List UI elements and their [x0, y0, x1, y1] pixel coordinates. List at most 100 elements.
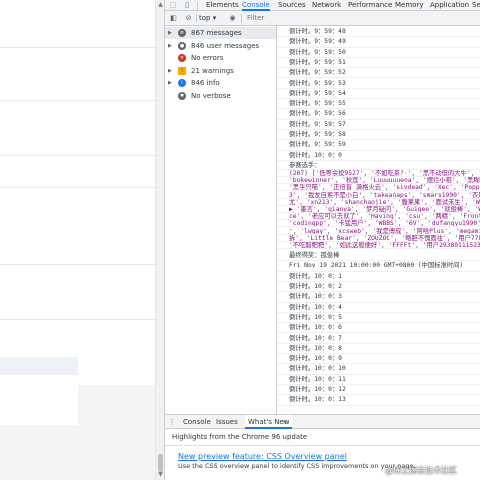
log-row: Fri Nov 19 2021 10:00:00 GMT+0800 (中国标准时… — [277, 261, 480, 272]
clear-console-icon[interactable]: ⊘ — [183, 13, 194, 24]
info-icon: i — [178, 79, 186, 87]
sidebar-item-label: No errors — [191, 54, 224, 62]
web-page — [0, 0, 155, 480]
sidebar-item[interactable]: ✕ No errors — [165, 52, 276, 64]
expand-arrow-icon[interactable]: ▶ — [168, 65, 174, 77]
toolbar-separator — [241, 14, 242, 23]
log-row: 倒计时。9：59：48 — [277, 27, 480, 38]
device-toolbar-icon[interactable]: ▯ — [181, 0, 193, 11]
page-footer-area — [78, 385, 155, 425]
drawer-tab-console[interactable]: Console — [183, 415, 211, 429]
log-row: 倒计时。10：0：8 — [277, 344, 480, 355]
page-divider — [0, 187, 155, 188]
page-divider — [0, 264, 155, 265]
drawer-divider — [165, 445, 480, 446]
expand-arrow-icon[interactable]: ▶ — [168, 27, 174, 39]
filter-input[interactable] — [245, 12, 480, 24]
list-icon: ≡ — [178, 29, 186, 37]
drawer-tabbar: ⋮ Console Issues What's New × — [165, 415, 480, 429]
user-icon: ● — [178, 41, 186, 50]
page-scrollbar[interactable]: ▲ ▼ — [155, 0, 164, 480]
sidebar-item[interactable]: ✱ No verbose — [165, 90, 276, 102]
tab-memory[interactable]: Memory — [395, 0, 423, 11]
log-row: 倒计时。10：0：4 — [277, 303, 480, 313]
sidebar-item[interactable]: ▶ ≡ 867 messages — [165, 27, 276, 39]
sidebar-item[interactable]: ▶! 21 warnings — [165, 65, 276, 77]
sidebar-item[interactable]: ▶ ● 846 user messages — [165, 40, 276, 52]
array-output-line: '黑乎只喵', '正倍盲 满格火云', 'sivdead', 'Xec', 'P… — [277, 184, 480, 192]
log-row: 倒计时。9：59：51 — [277, 58, 480, 69]
log-row: 倒计时。9：59：49 — [277, 37, 480, 48]
array-output-line: 'bokewinner', '秋莲', 'Luuuuuuena', '摆烂小祖'… — [277, 177, 480, 185]
tab-console[interactable]: Console — [242, 0, 270, 11]
log-row: 倒计时。10：0：6 — [277, 323, 480, 334]
log-row: 倒计时。10：0：12 — [277, 385, 480, 396]
array-output-line: ce', '老应可以去就了', 'Having', 'csu', '两精', '… — [277, 213, 480, 221]
page-divider — [0, 47, 155, 48]
console-log: 倒计时。9：59：48 倒计时。9：59：49 倒计时。9：59：50 倒计时。9：5… — [277, 26, 480, 414]
page-divider — [0, 155, 155, 156]
tab-sources[interactable]: Sources — [278, 0, 306, 11]
scrollbar-thumb[interactable] — [158, 454, 163, 472]
expand-arrow-icon[interactable]: ▶ — [168, 77, 174, 89]
log-row: 倒计时。10：0：13 — [277, 395, 480, 406]
log-row: 倒计时。10：0：9 — [277, 354, 480, 365]
close-tab-icon[interactable]: × — [282, 415, 288, 429]
array-output-line: 'codingpp', '卡猛用户', 'WBBS', '6V', 'dufan… — [277, 220, 480, 228]
devtools-panel: ⬚ ▯ Elements Console Sources Network Per… — [164, 0, 480, 480]
tab-network[interactable]: Network — [312, 0, 341, 11]
sidebar-item[interactable]: ▶ i 846 info — [165, 77, 276, 89]
console-toolbar: ◧ ⊘ top ▾ ◉ — [165, 11, 480, 26]
sidebar-item-label: 846 info — [191, 79, 220, 87]
array-output-line: 3', '我龙自累不是小白', 'takeanaps', 'smars1990'… — [277, 192, 480, 199]
array-output-line: 尤', 'xn213', 'shanchaojie', '腹果果', '面试未生… — [277, 199, 480, 206]
chevron-down-icon: ▾ — [212, 14, 217, 22]
array-output-line: ', 'lwqay', 'xcsweb', '我是傅成', '阿哈Plus', … — [277, 228, 480, 235]
tab-security[interactable]: Se — [472, 0, 480, 11]
log-row: 倒计时。10：0：0 — [277, 151, 480, 161]
context-selector[interactable]: top ▾ — [199, 13, 227, 24]
log-row: 倒计时。9：59：55 — [277, 99, 480, 110]
sidebar-item-label: 867 messages — [191, 29, 242, 37]
more-tabs-icon[interactable]: ⋮ — [168, 415, 176, 429]
devtools-tabbar: ⬚ ▯ Elements Console Sources Network Per… — [165, 0, 480, 11]
scroll-up-icon[interactable]: ▲ — [157, 1, 164, 9]
tabbar-separator — [197, 2, 198, 10]
log-row: 倒计时。10：0：7 — [277, 334, 480, 344]
inspect-element-icon[interactable]: ⬚ — [167, 0, 179, 11]
eye-icon[interactable]: ◉ — [227, 13, 238, 24]
log-row: 倒计时。10：0：3 — [277, 292, 480, 303]
array-output-line: (207) ['低等余投9527', '不如吃茶?·', '黑不动但的大牛', … — [277, 170, 480, 178]
array-output-line: ▶ '墨言', 'qianya', '梦月疑问', 'Guigee', '就俊棒… — [277, 206, 480, 214]
log-row: 倒计时。10：0：5 — [277, 313, 480, 324]
log-row: 倒计时。9：59：57 — [277, 120, 480, 130]
tab-elements[interactable]: Elements — [206, 0, 239, 11]
log-row: 倒计时。10：0：10 — [277, 364, 480, 375]
array-output-line: 拆', 'Little_Bear', 'ZOUZOC', '略胆不愧面往', '… — [277, 235, 480, 242]
whats-new-heading: Highlights from the Chrome 96 update — [172, 433, 308, 441]
sidebar-item-label: 21 warnings — [191, 66, 234, 75]
sidebar-item-label: No verbose — [191, 91, 231, 100]
console-sidebar: ▶ ≡ 867 messages ▶ ● 846 user messages ✕ No err… — [165, 26, 277, 414]
page-highlight-row[interactable] — [0, 357, 78, 375]
toolbar-separator — [196, 14, 197, 23]
log-row: 倒计时。9：59：52 — [277, 68, 480, 79]
page-divider — [0, 319, 155, 320]
sidebar-item-label: 846 user messages — [191, 41, 260, 50]
news-link[interactable]: New preview feature: CSS Overview panel — [178, 452, 347, 461]
sidebar-toggle-icon[interactable]: ◧ — [168, 13, 179, 24]
log-row: 参赛选手： — [277, 161, 480, 170]
log-row: 倒计时。9：59：53 — [277, 79, 480, 89]
verbose-icon: ✱ — [178, 91, 186, 100]
tab-performance[interactable]: Performance — [348, 0, 392, 11]
page-divider — [0, 100, 155, 101]
context-label: top — [199, 14, 211, 22]
log-row: 倒计时。10：0：11 — [277, 375, 480, 385]
array-output-line: '不吃醋粑粑', '如此这般便好', 'FFFFt', '用户293801115… — [277, 242, 480, 250]
log-row: 倒计时。10：0：1 — [277, 272, 480, 282]
drawer-tab-issues[interactable]: Issues — [216, 415, 238, 429]
log-row: 倒计时。10：0：2 — [277, 282, 480, 293]
tab-application[interactable]: Application — [430, 0, 469, 11]
expand-arrow-icon[interactable]: ▶ — [168, 40, 174, 52]
scroll-down-icon[interactable]: ▼ — [157, 471, 164, 479]
